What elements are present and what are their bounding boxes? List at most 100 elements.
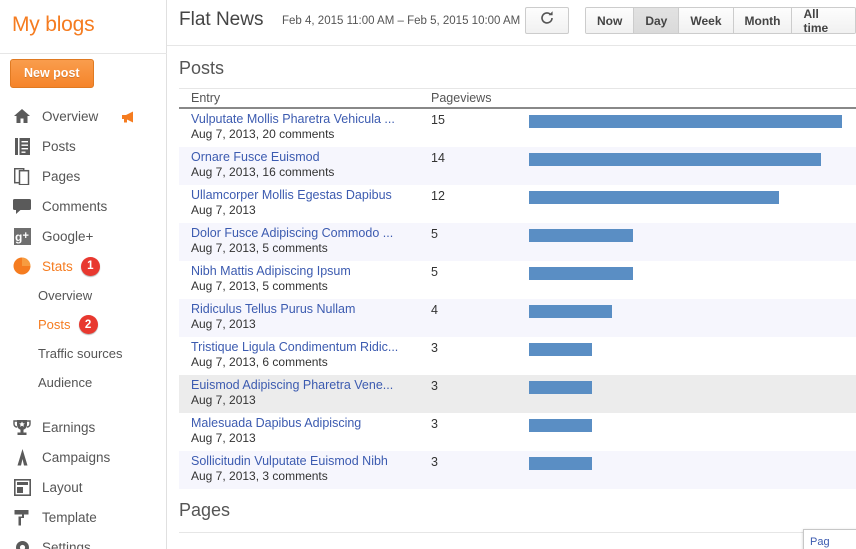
pageviews-bar-cell [529, 223, 856, 242]
pageviews-bar [529, 419, 592, 432]
pie-chart-icon [11, 256, 33, 276]
range-button-now[interactable]: Now [586, 8, 635, 33]
column-header-entry[interactable]: Entry [179, 91, 431, 105]
campaigns-icon [11, 447, 33, 467]
range-button-week[interactable]: Week [679, 8, 734, 33]
entry-title-link[interactable]: Ridiculus Tellus Purus Nullam [191, 302, 431, 317]
table-row[interactable]: Ridiculus Tellus Purus Nullam Aug 7, 2013… [179, 299, 856, 337]
entry-title-link[interactable]: Malesuada Dapibus Adipiscing [191, 416, 431, 431]
sidebar-subitem-overview[interactable]: Overview [0, 281, 166, 310]
pageviews-bar [529, 267, 633, 280]
comment-icon [11, 196, 33, 216]
sidebar-subitem-label: Traffic sources [38, 346, 123, 361]
entry-cell: Ornare Fusce Euismod Aug 7, 2013, 16 comm… [179, 147, 431, 180]
pageviews-bar [529, 381, 592, 394]
sidebar-item-earnings[interactable]: Earnings [0, 412, 166, 442]
range-button-all-time[interactable]: All time [792, 8, 855, 33]
megaphone-icon[interactable] [120, 110, 139, 123]
table-row[interactable]: Malesuada Dapibus Adipiscing Aug 7, 2013 3 [179, 413, 856, 451]
chart-tooltip: Pag [803, 529, 856, 549]
sidebar-item-label: Pages [42, 168, 81, 184]
time-range-button-group: Now Day Week Month All time [585, 7, 856, 34]
sidebar-subitem-audience[interactable]: Audience [0, 368, 166, 397]
posts-icon [11, 136, 33, 156]
entry-title-link[interactable]: Euismod Adipiscing Pharetra Vene... [191, 378, 431, 393]
brand-title: My blogs [12, 13, 95, 36]
pageviews-bar [529, 343, 592, 356]
table-row[interactable]: Nibh Mattis Adipiscing Ipsum Aug 7, 2013,… [179, 261, 856, 299]
pageviews-bar-cell [529, 375, 856, 394]
pages-icon [11, 166, 33, 186]
gear-icon [11, 537, 33, 549]
range-button-month[interactable]: Month [733, 8, 793, 33]
entry-cell: Euismod Adipiscing Pharetra Vene... Aug 7… [179, 375, 431, 408]
table-row[interactable]: Dolor Fusce Adipiscing Commodo ... Aug 7,… [179, 223, 856, 261]
sidebar-item-comments[interactable]: Comments [0, 191, 166, 221]
entry-title-link[interactable]: Ornare Fusce Euismod [191, 150, 431, 165]
entry-cell: Ullamcorper Mollis Egestas Dapibus Aug 7,… [179, 185, 431, 218]
table-row[interactable]: Vulputate Mollis Pharetra Vehicula ... Au… [179, 109, 856, 147]
entry-meta: Aug 7, 2013, 3 comments [191, 469, 328, 483]
sidebar-item-posts[interactable]: Posts [0, 131, 166, 161]
entry-cell: Nibh Mattis Adipiscing Ipsum Aug 7, 2013,… [179, 261, 431, 294]
table-row[interactable]: Ornare Fusce Euismod Aug 7, 2013, 16 comm… [179, 147, 856, 185]
home-icon [11, 106, 33, 126]
pages-divider [179, 532, 856, 533]
entry-meta: Aug 7, 2013, 5 comments [191, 279, 328, 293]
sidebar-item-google-plus[interactable]: g + Google+ [0, 221, 166, 251]
svg-text:+: + [22, 230, 28, 242]
table-row[interactable]: Ullamcorper Mollis Egestas Dapibus Aug 7,… [179, 185, 856, 223]
pageviews-bar [529, 305, 612, 318]
sidebar-item-layout[interactable]: Layout [0, 472, 166, 502]
sidebar-item-campaigns[interactable]: Campaigns [0, 442, 166, 472]
entry-title-link[interactable]: Tristique Ligula Condimentum Ridic... [191, 340, 431, 355]
new-post-container: New post [0, 37, 166, 88]
sidebar-item-stats[interactable]: Stats 1 [0, 251, 166, 281]
trophy-icon [11, 417, 33, 437]
pageviews-value: 4 [431, 303, 438, 317]
pageviews-value: 3 [431, 341, 438, 355]
sidebar-nav: Overview Posts Pages Comments g + Google… [0, 101, 166, 549]
header: Flat News Feb 4, 2015 11:00 AM – Feb 5, … [167, 0, 856, 46]
page-title: Flat News [179, 9, 264, 30]
entry-title-link[interactable]: Sollicitudin Vulputate Euismod Nibh [191, 454, 431, 469]
entry-cell: Ridiculus Tellus Purus Nullam Aug 7, 2013 [179, 299, 431, 332]
table-row[interactable]: Euismod Adipiscing Pharetra Vene... Aug 7… [179, 375, 856, 413]
sidebar-subitem-traffic-sources[interactable]: Traffic sources [0, 339, 166, 368]
posts-section-title: Posts [179, 58, 225, 78]
entry-meta: Aug 7, 2013, 6 comments [191, 355, 328, 369]
pageviews-bar [529, 191, 779, 204]
sidebar-item-label: Posts [42, 138, 76, 154]
refresh-button[interactable] [525, 7, 569, 34]
entry-cell: Vulputate Mollis Pharetra Vehicula ... Au… [179, 109, 431, 142]
table-row[interactable]: Sollicitudin Vulputate Euismod Nibh Aug 7… [179, 451, 856, 489]
sidebar-item-overview[interactable]: Overview [0, 101, 166, 131]
sidebar-item-label: Layout [42, 479, 83, 495]
pageviews-value: 15 [431, 113, 445, 127]
table-row[interactable]: Tristique Ligula Condimentum Ridic... Aug… [179, 337, 856, 375]
pageviews-bar-cell [529, 451, 856, 470]
pageviews-value: 3 [431, 455, 438, 469]
sidebar-item-template[interactable]: Template [0, 502, 166, 532]
sidebar-subitem-posts[interactable]: Posts 2 [0, 310, 166, 339]
pageviews-bar-cell [529, 185, 856, 204]
entry-title-link[interactable]: Dolor Fusce Adipiscing Commodo ... [191, 226, 431, 241]
pageviews-bar-cell [529, 147, 856, 166]
sidebar-item-label: Template [42, 509, 97, 525]
layout-icon [11, 477, 33, 497]
entry-title-link[interactable]: Ullamcorper Mollis Egestas Dapibus [191, 188, 431, 203]
pageviews-bar-cell [529, 109, 856, 128]
entry-title-link[interactable]: Vulputate Mollis Pharetra Vehicula ... [191, 112, 431, 127]
table-body: Vulputate Mollis Pharetra Vehicula ... Au… [167, 109, 856, 489]
entry-title-link[interactable]: Nibh Mattis Adipiscing Ipsum [191, 264, 431, 279]
sidebar-item-pages[interactable]: Pages [0, 161, 166, 191]
sidebar: My blogs New post Overview Posts Pages C… [0, 0, 167, 549]
new-post-button[interactable]: New post [10, 59, 94, 88]
pages-section-title: Pages [179, 500, 231, 520]
table-header-row: Entry Pageviews [179, 88, 856, 109]
sidebar-item-settings[interactable]: Settings [0, 532, 166, 549]
range-button-day[interactable]: Day [634, 8, 680, 33]
column-header-pageviews[interactable]: Pageviews [431, 91, 529, 105]
pageviews-value: 5 [431, 227, 438, 241]
entry-meta: Aug 7, 2013, 5 comments [191, 241, 328, 255]
